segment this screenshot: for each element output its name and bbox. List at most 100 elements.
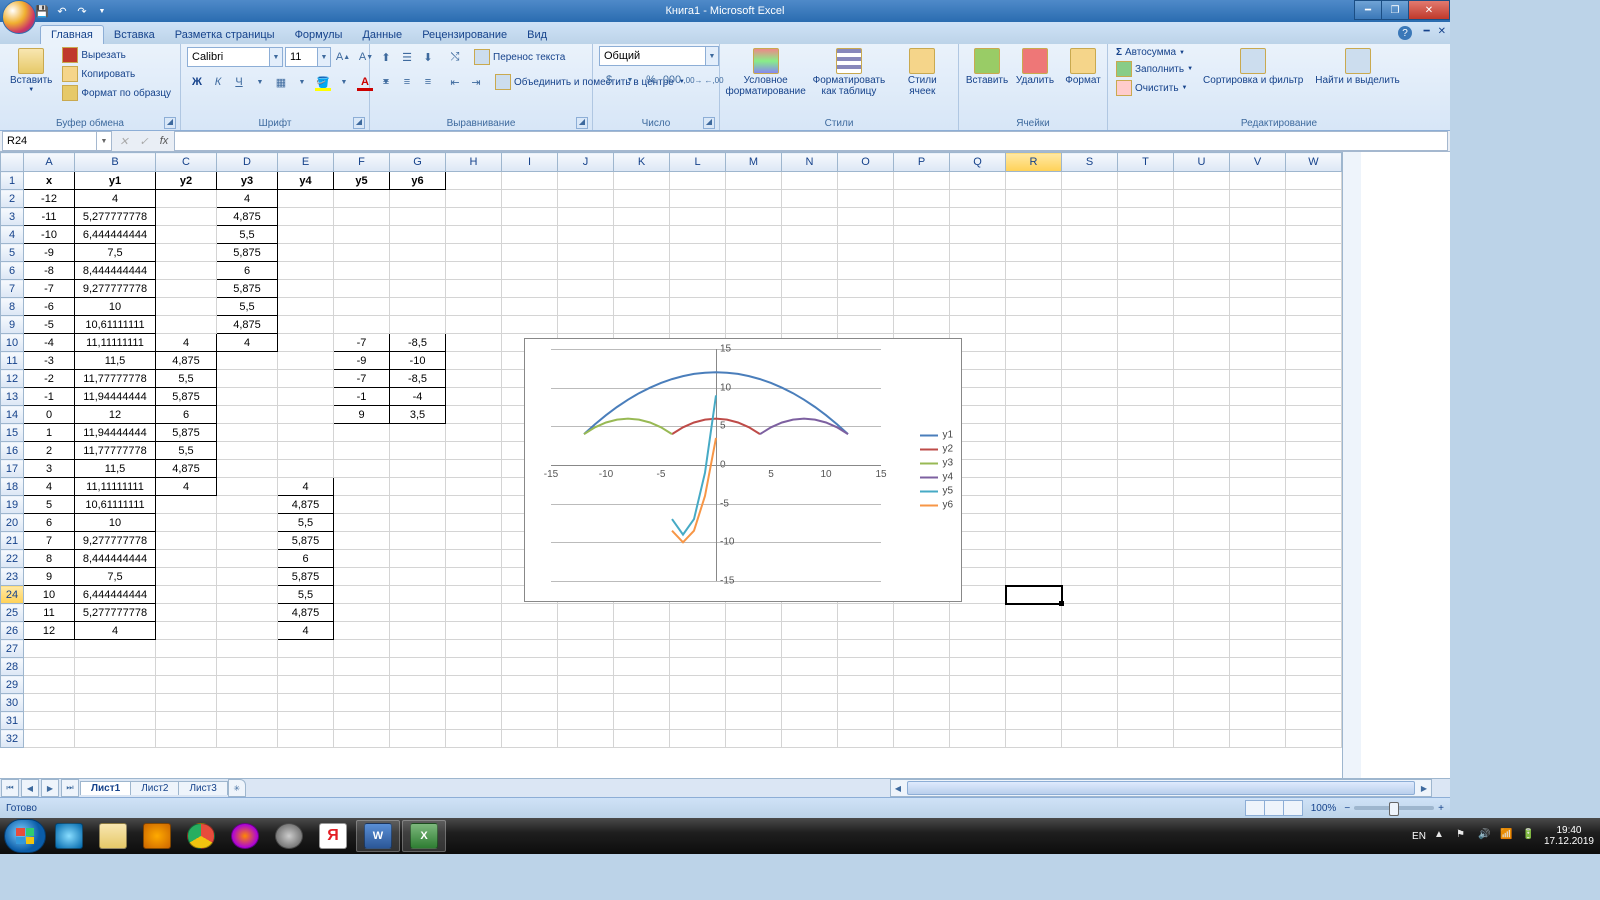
cell-C13[interactable]: 5,875 <box>156 388 217 406</box>
row-header-24[interactable]: 24 <box>1 586 24 604</box>
row-header-1[interactable]: 1 <box>1 172 24 190</box>
row-header-22[interactable]: 22 <box>1 550 24 568</box>
cell-C11[interactable]: 4,875 <box>156 352 217 370</box>
cell-I28[interactable] <box>502 658 558 676</box>
cell-G15[interactable] <box>390 424 446 442</box>
cell-W23[interactable] <box>1286 568 1342 586</box>
cell-F5[interactable] <box>334 244 390 262</box>
cell-F20[interactable] <box>334 514 390 532</box>
row-header-14[interactable]: 14 <box>1 406 24 424</box>
cell-R14[interactable] <box>1006 406 1062 424</box>
cell-D15[interactable] <box>217 424 278 442</box>
sheet-tab-Лист2[interactable]: Лист2 <box>130 781 179 795</box>
cell-E3[interactable] <box>278 208 334 226</box>
cell-L32[interactable] <box>670 730 726 748</box>
cell-B22[interactable]: 8,444444444 <box>75 550 156 568</box>
cell-D1[interactable]: y3 <box>217 172 278 190</box>
qat-undo-icon[interactable]: ↶ <box>54 3 70 19</box>
cell-T9[interactable] <box>1118 316 1174 334</box>
cell-N2[interactable] <box>782 190 838 208</box>
cell-A20[interactable]: 6 <box>24 514 75 532</box>
cell-A14[interactable]: 0 <box>24 406 75 424</box>
row-header-21[interactable]: 21 <box>1 532 24 550</box>
cell-M28[interactable] <box>726 658 782 676</box>
cell-U28[interactable] <box>1174 658 1230 676</box>
cell-U17[interactable] <box>1174 460 1230 478</box>
cell-W21[interactable] <box>1286 532 1342 550</box>
cell-G24[interactable] <box>390 586 446 604</box>
cell-O25[interactable] <box>838 604 894 622</box>
row-header-4[interactable]: 4 <box>1 226 24 244</box>
taskbar-app-icon[interactable] <box>268 821 310 851</box>
cell-Q6[interactable] <box>950 262 1006 280</box>
cell-J28[interactable] <box>558 658 614 676</box>
cell-B19[interactable]: 10,61111111 <box>75 496 156 514</box>
cell-T16[interactable] <box>1118 442 1174 460</box>
sheet-tab-Лист3[interactable]: Лист3 <box>178 781 227 795</box>
cell-V9[interactable] <box>1230 316 1286 334</box>
cell-V32[interactable] <box>1230 730 1286 748</box>
cell-P32[interactable] <box>894 730 950 748</box>
cell-R6[interactable] <box>1006 262 1062 280</box>
cell-P6[interactable] <box>894 262 950 280</box>
cell-F8[interactable] <box>334 298 390 316</box>
cell-S9[interactable] <box>1062 316 1118 334</box>
cell-R29[interactable] <box>1006 676 1062 694</box>
cell-V12[interactable] <box>1230 370 1286 388</box>
cell-F23[interactable] <box>334 568 390 586</box>
cell-J25[interactable] <box>558 604 614 622</box>
cell-W2[interactable] <box>1286 190 1342 208</box>
cell-U24[interactable] <box>1174 586 1230 604</box>
row-header-6[interactable]: 6 <box>1 262 24 280</box>
office-button[interactable] <box>2 0 36 34</box>
cell-D25[interactable] <box>217 604 278 622</box>
cell-L6[interactable] <box>670 262 726 280</box>
cell-D6[interactable]: 6 <box>217 262 278 280</box>
cell-L30[interactable] <box>670 694 726 712</box>
cell-B4[interactable]: 6,444444444 <box>75 226 156 244</box>
cell-C25[interactable] <box>156 604 217 622</box>
cell-F30[interactable] <box>334 694 390 712</box>
ribbon-tab-Главная[interactable]: Главная <box>40 25 104 44</box>
cell-K26[interactable] <box>614 622 670 640</box>
cell-C27[interactable] <box>156 640 217 658</box>
cell-H8[interactable] <box>446 298 502 316</box>
cell-T13[interactable] <box>1118 388 1174 406</box>
cell-R11[interactable] <box>1006 352 1062 370</box>
cell-U3[interactable] <box>1174 208 1230 226</box>
cell-V22[interactable] <box>1230 550 1286 568</box>
cell-E18[interactable]: 4 <box>278 478 334 496</box>
cell-F25[interactable] <box>334 604 390 622</box>
cell-L9[interactable] <box>670 316 726 334</box>
cell-E5[interactable] <box>278 244 334 262</box>
cell-U13[interactable] <box>1174 388 1230 406</box>
cell-V28[interactable] <box>1230 658 1286 676</box>
vertical-scrollbar[interactable] <box>1342 152 1361 778</box>
cell-C31[interactable] <box>156 712 217 730</box>
cell-T5[interactable] <box>1118 244 1174 262</box>
cell-W4[interactable] <box>1286 226 1342 244</box>
cell-P30[interactable] <box>894 694 950 712</box>
cell-I1[interactable] <box>502 172 558 190</box>
cell-S6[interactable] <box>1062 262 1118 280</box>
col-header-E[interactable]: E <box>278 153 334 172</box>
cell-W9[interactable] <box>1286 316 1342 334</box>
cell-Q31[interactable] <box>950 712 1006 730</box>
cell-Q26[interactable] <box>950 622 1006 640</box>
row-header-3[interactable]: 3 <box>1 208 24 226</box>
cell-F1[interactable]: y5 <box>334 172 390 190</box>
cell-A13[interactable]: -1 <box>24 388 75 406</box>
tray-date[interactable]: 17.12.2019 <box>1544 836 1594 847</box>
cell-N3[interactable] <box>782 208 838 226</box>
cell-S15[interactable] <box>1062 424 1118 442</box>
cell-A22[interactable]: 8 <box>24 550 75 568</box>
cell-D10[interactable]: 4 <box>217 334 278 352</box>
ribbon-tab-Вид[interactable]: Вид <box>517 26 557 44</box>
row-header-13[interactable]: 13 <box>1 388 24 406</box>
col-header-U[interactable]: U <box>1174 153 1230 172</box>
taskbar-explorer-icon[interactable] <box>92 821 134 851</box>
cell-G16[interactable] <box>390 442 446 460</box>
cell-E20[interactable]: 5,5 <box>278 514 334 532</box>
cell-S8[interactable] <box>1062 298 1118 316</box>
cell-C32[interactable] <box>156 730 217 748</box>
